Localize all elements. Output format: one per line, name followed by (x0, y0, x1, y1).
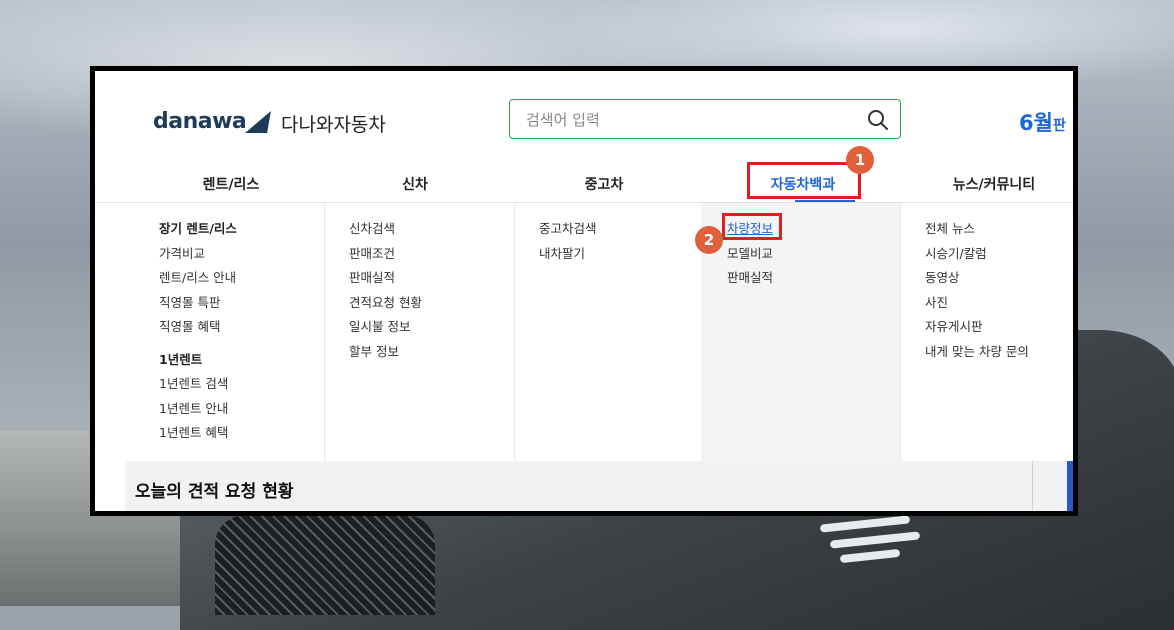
step-2-badge: 2 (695, 226, 723, 254)
menu-column-rent: 장기 렌트/리스 가격비교 렌트/리스 안내 직영몰 특판 직영몰 혜택 1년렌… (135, 203, 325, 461)
menu-column-car-encyclopedia: 차량정보 모델비교 판매실적 (703, 203, 901, 461)
menu-item[interactable]: 판매실적 (703, 266, 900, 291)
menu-item[interactable]: 자유게시판 (901, 315, 1073, 340)
site-header: danawa 다나와자동차 6월판 렌트/리스 신차 중고차 자동차백과 뉴스/… (95, 71, 1073, 211)
menu-column-used-car: 중고차검색 내차팔기 (515, 203, 703, 461)
menu-item[interactable]: 할부 정보 (325, 340, 514, 365)
background-car-grille (215, 515, 435, 615)
search-input[interactable] (524, 108, 848, 132)
nav-item-used-car[interactable]: 중고차 (585, 174, 624, 194)
danawa-logo-text[interactable]: danawa (153, 109, 247, 134)
nav-item-rent-lease[interactable]: 렌트/리스 (203, 174, 260, 194)
search-icon[interactable] (866, 108, 890, 132)
quote-status-title: 오늘의 견적 요청 현황 (135, 482, 294, 502)
promo-suffix: 판 (1052, 118, 1066, 134)
nav-item-news-community[interactable]: 뉴스/커뮤니티 (953, 174, 1035, 194)
menu-item[interactable]: 판매실적 (325, 266, 514, 291)
menu-item[interactable]: 1년렌트 안내 (135, 397, 324, 422)
menu-item[interactable]: 내게 맞는 차량 문의 (901, 340, 1073, 365)
menu-item[interactable]: 동영상 (901, 266, 1073, 291)
menu-column-news: 전체 뉴스 시승기/칼럼 동영상 사진 자유게시판 내게 맞는 차량 문의 (901, 203, 1073, 461)
danawa-logo-mark (245, 111, 271, 133)
highlight-box-step-1 (747, 162, 861, 199)
highlight-box-step-2 (722, 213, 782, 240)
menu-item[interactable]: 렌트/리스 안내 (135, 266, 324, 291)
menu-item[interactable]: 견적요청 현황 (325, 291, 514, 316)
menu-item[interactable]: 판매조건 (325, 242, 514, 267)
menu-item[interactable]: 직영몰 혜택 (135, 315, 324, 340)
site-subtitle[interactable]: 다나와자동차 (281, 110, 386, 137)
bottom-accent-bar (1067, 461, 1073, 511)
promo-month: 6월 (1019, 111, 1053, 135)
menu-item[interactable]: 일시불 정보 (325, 315, 514, 340)
menu-item[interactable]: 직영몰 특판 (135, 291, 324, 316)
menu-heading-long-term-rent[interactable]: 장기 렌트/리스 (135, 217, 324, 242)
menu-item[interactable]: 모델비교 (703, 242, 900, 267)
menu-item[interactable]: 내차팔기 (515, 242, 702, 267)
menu-heading-one-year-rent[interactable]: 1년렌트 (135, 348, 324, 373)
quote-status-bar: 오늘의 견적 요청 현황 (125, 461, 1073, 511)
search-box[interactable] (509, 99, 901, 139)
step-1-badge: 1 (846, 146, 874, 174)
menu-item[interactable]: 시승기/칼럼 (901, 242, 1073, 267)
bottom-divider (1032, 461, 1033, 511)
menu-column-new-car: 신차검색 판매조건 판매실적 견적요청 현황 일시불 정보 할부 정보 (325, 203, 515, 461)
mega-menu: 장기 렌트/리스 가격비교 렌트/리스 안내 직영몰 특판 직영몰 혜택 1년렌… (135, 203, 1073, 461)
menu-item[interactable]: 전체 뉴스 (901, 217, 1073, 242)
menu-item[interactable]: 1년렌트 검색 (135, 372, 324, 397)
nav-item-new-car[interactable]: 신차 (402, 174, 428, 194)
screenshot-frame: danawa 다나와자동차 6월판 렌트/리스 신차 중고차 자동차백과 뉴스/… (90, 66, 1078, 516)
main-nav: 렌트/리스 신차 중고차 자동차백과 뉴스/커뮤니티 (95, 166, 1073, 202)
menu-item[interactable]: 가격비교 (135, 242, 324, 267)
menu-item[interactable]: 사진 (901, 291, 1073, 316)
menu-item[interactable]: 중고차검색 (515, 217, 702, 242)
promo-banner[interactable]: 6월판 (1019, 107, 1066, 137)
menu-item[interactable]: 1년렌트 혜택 (135, 421, 324, 446)
menu-item[interactable]: 신차검색 (325, 217, 514, 242)
